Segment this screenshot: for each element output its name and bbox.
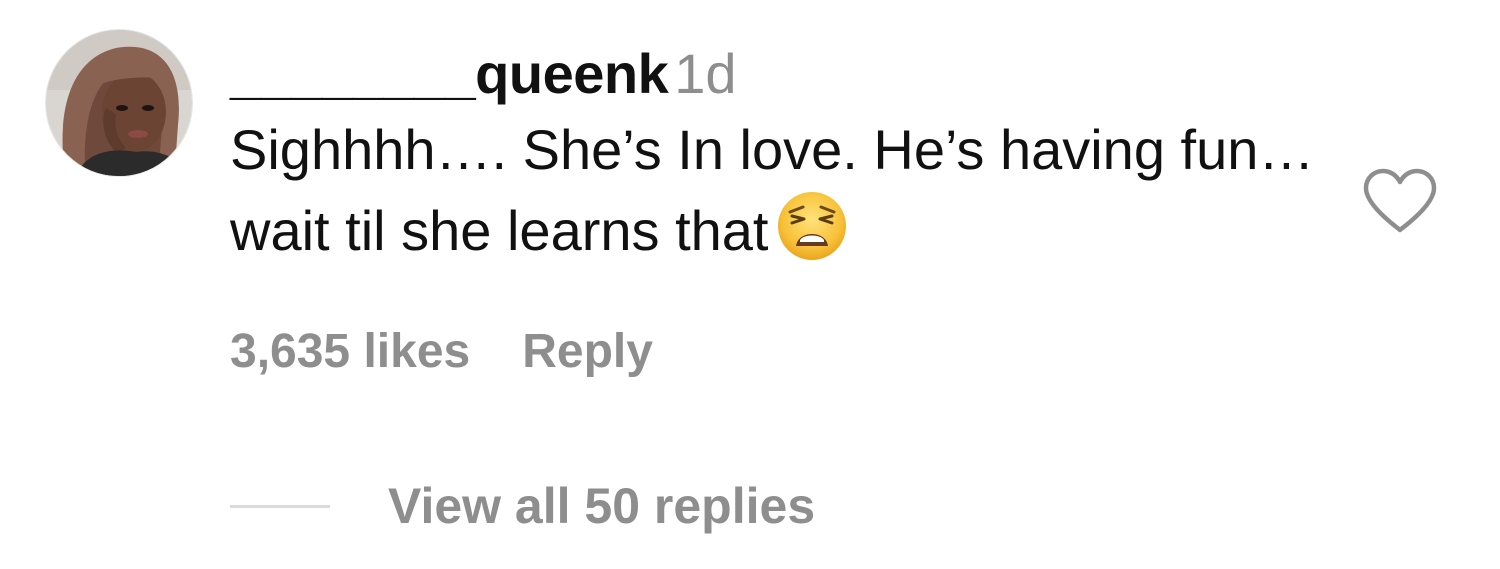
comment-body: ________queenk 1d Sighhhh…. She’s In love… bbox=[230, 38, 1340, 271]
heart-outline-icon bbox=[1360, 166, 1440, 236]
view-replies-button[interactable]: View all 50 replies bbox=[230, 474, 815, 538]
weary-face-emoji-icon bbox=[776, 190, 848, 262]
avatar[interactable] bbox=[46, 30, 192, 176]
comment-text-content: Sighhhh…. She’s In love. He’s having fun… bbox=[230, 118, 1315, 262]
view-replies-label: View all 50 replies bbox=[388, 478, 816, 534]
timestamp: 1d bbox=[674, 42, 737, 105]
like-button[interactable] bbox=[1360, 166, 1440, 236]
comment-header: ________queenk 1d bbox=[230, 38, 1340, 110]
replies-divider bbox=[230, 504, 330, 508]
reply-button[interactable]: Reply bbox=[522, 325, 653, 378]
comment-text: Sighhhh…. She’s In love. He’s having fun… bbox=[230, 110, 1340, 271]
username[interactable]: ________queenk bbox=[230, 42, 669, 105]
likes-count[interactable]: 3,635 likes bbox=[230, 325, 470, 378]
comment-meta: 3,635 likes Reply bbox=[230, 322, 653, 382]
comment: ________queenk 1d Sighhhh…. She’s In love… bbox=[0, 0, 1500, 569]
